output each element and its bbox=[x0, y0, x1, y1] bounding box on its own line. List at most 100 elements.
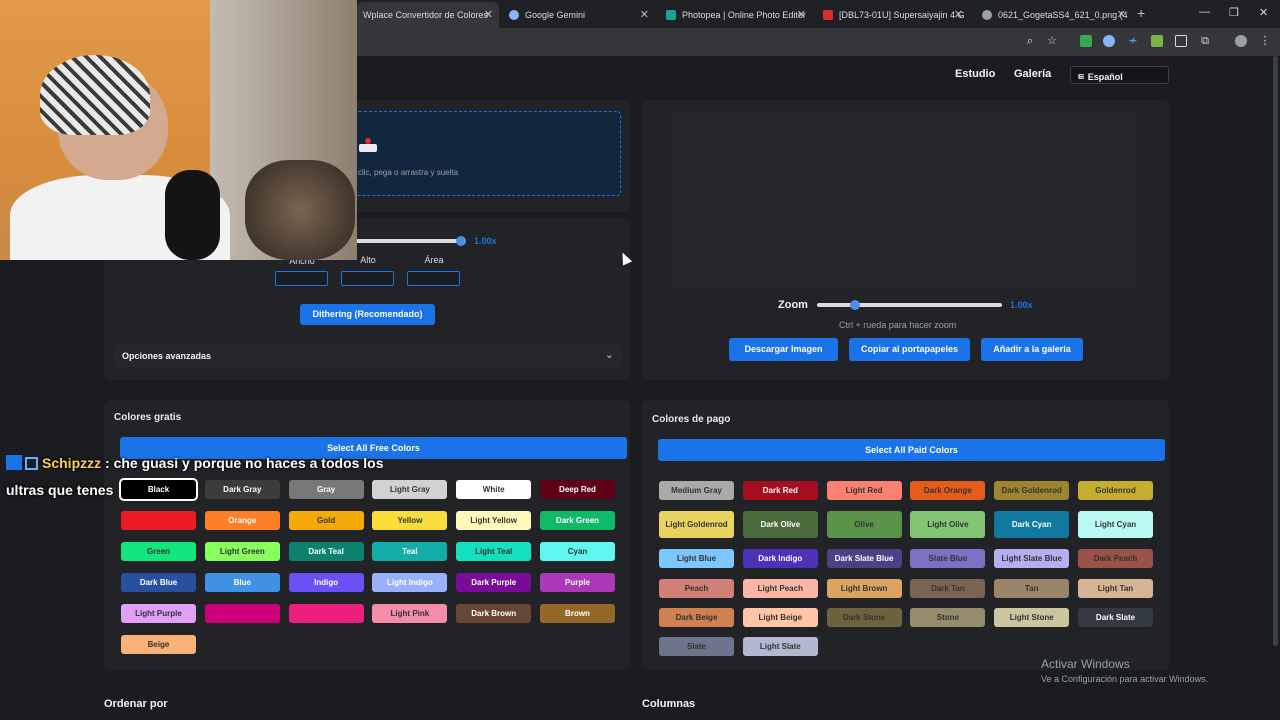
paid-color-dark-stone[interactable]: Dark Stone bbox=[826, 608, 902, 627]
area-input[interactable] bbox=[407, 271, 460, 286]
scale-slider[interactable] bbox=[355, 239, 466, 243]
scale-slider-thumb[interactable] bbox=[456, 236, 466, 246]
language-select[interactable]: ㅌ Español bbox=[1070, 66, 1169, 84]
close-icon[interactable]: ✕ bbox=[484, 8, 493, 21]
maximize-icon[interactable]: ❐ bbox=[1229, 6, 1239, 19]
width-input[interactable] bbox=[275, 271, 328, 286]
free-color-deep-red[interactable]: Deep Red bbox=[540, 480, 615, 499]
tab-wplace[interactable]: Wplace Convertidor de Colores ✕ bbox=[357, 2, 499, 28]
free-color-green[interactable]: Green bbox=[121, 542, 196, 561]
free-color-light-purple[interactable]: Light Purple bbox=[121, 604, 196, 623]
window-close-icon[interactable]: ✕ bbox=[1259, 6, 1268, 19]
zoom-slider[interactable] bbox=[817, 303, 1002, 307]
paid-color-slate-blue[interactable]: Slate Blue bbox=[910, 549, 986, 568]
paid-color-dark-orange[interactable]: Dark Orange bbox=[910, 481, 986, 500]
free-color-yellow[interactable]: Yellow bbox=[372, 511, 448, 530]
free-color-light-green[interactable]: Light Green bbox=[204, 542, 280, 561]
paid-color-light-slate[interactable]: Light Slate bbox=[742, 637, 818, 656]
free-color-orange[interactable]: Orange bbox=[204, 511, 280, 530]
tab-gogeta-png[interactable]: 0621_GogetaSS4_621_0.png (4 ✕ bbox=[976, 2, 1132, 28]
extension-circle-icon[interactable] bbox=[1103, 35, 1115, 47]
extension-sheets-icon[interactable] bbox=[1080, 35, 1092, 47]
tab-gemini[interactable]: Google Gemini ✕ bbox=[503, 2, 655, 28]
extension-shape-icon[interactable]: ≁ bbox=[1127, 35, 1139, 47]
free-color-indigo[interactable]: Indigo bbox=[288, 573, 364, 592]
paid-color-light-cyan[interactable]: Light Cyan bbox=[1078, 511, 1153, 538]
free-color-light-pink[interactable]: Light Pink bbox=[372, 604, 448, 623]
nav-gallery-link[interactable]: Galería bbox=[1014, 68, 1051, 80]
free-color-pink[interactable]: Pink bbox=[288, 604, 364, 623]
advanced-options-toggle[interactable]: Opciones avanzadas ⌄ bbox=[114, 345, 622, 367]
free-color-brown[interactable]: Brown bbox=[540, 604, 615, 623]
free-color-dark-blue[interactable]: Dark Blue bbox=[121, 573, 196, 592]
free-color-beige[interactable]: Beige bbox=[121, 635, 196, 654]
paid-color-olive[interactable]: Olive bbox=[826, 511, 902, 538]
select-all-paid-button[interactable]: Select All Paid Colors bbox=[658, 439, 1165, 461]
paid-color-slate[interactable]: Slate bbox=[659, 637, 734, 656]
paid-color-peach[interactable]: Peach bbox=[659, 579, 734, 598]
paid-color-medium-gray[interactable]: Medium Gray bbox=[659, 481, 734, 500]
paid-color-dark-peach[interactable]: Dark Peach bbox=[1078, 549, 1153, 568]
paid-color-stone[interactable]: Stone bbox=[910, 608, 986, 627]
profile-avatar-icon[interactable] bbox=[1235, 35, 1247, 47]
paid-color-light-slate-blue[interactable]: Light Slate Blue bbox=[994, 549, 1070, 568]
paid-color-dark-slate[interactable]: Dark Slate bbox=[1078, 608, 1153, 627]
paid-color-light-brown[interactable]: Light Brown bbox=[826, 579, 902, 598]
preview-canvas[interactable] bbox=[672, 111, 1138, 291]
paid-color-dark-slate-blue[interactable]: Dark Slate Blue bbox=[826, 549, 902, 568]
free-color-teal[interactable]: Teal bbox=[372, 542, 448, 561]
free-color-blue[interactable]: Blue bbox=[204, 573, 280, 592]
free-color-purple[interactable]: Purple bbox=[540, 573, 615, 592]
paid-color-light-peach[interactable]: Light Peach bbox=[742, 579, 818, 598]
new-tab-icon[interactable]: + bbox=[1137, 5, 1145, 21]
bookmark-star-icon[interactable]: ☆ bbox=[1046, 35, 1058, 47]
paid-color-dark-goldenrod[interactable]: Dark Goldenrod bbox=[994, 481, 1070, 500]
height-input[interactable] bbox=[341, 271, 394, 286]
free-color-dark-purple[interactable]: Dark Purple bbox=[456, 573, 532, 592]
free-color-dark-pink[interactable]: Dark Pink bbox=[204, 604, 280, 623]
paid-color-dark-beige[interactable]: Dark Beige bbox=[659, 608, 734, 627]
close-icon[interactable]: ✕ bbox=[1117, 8, 1126, 21]
paid-color-dark-indigo[interactable]: Dark Indigo bbox=[742, 549, 818, 568]
add-to-gallery-button[interactable]: Añadir a la galería bbox=[981, 338, 1083, 361]
extension-green-icon[interactable] bbox=[1151, 35, 1163, 47]
paid-color-light-red[interactable]: Light Red bbox=[826, 481, 902, 500]
close-icon[interactable]: ✕ bbox=[640, 8, 649, 21]
paid-color-light-olive[interactable]: Light Olive bbox=[910, 511, 986, 538]
free-color-light-teal[interactable]: Light Teal bbox=[456, 542, 532, 561]
paid-color-tan[interactable]: Tan bbox=[994, 579, 1070, 598]
zoom-lens-icon[interactable]: ⌕ bbox=[1024, 35, 1036, 47]
free-color-light-gray[interactable]: Light Gray bbox=[372, 480, 448, 499]
extension-box-icon[interactable] bbox=[1175, 35, 1187, 47]
paid-color-dark-cyan[interactable]: Dark Cyan bbox=[994, 511, 1070, 538]
close-icon[interactable]: ✕ bbox=[954, 8, 963, 21]
tab-photopea[interactable]: Photopea | Online Photo Editor ✕ bbox=[660, 2, 812, 28]
paid-color-light-tan[interactable]: Light Tan bbox=[1078, 579, 1153, 598]
paid-color-dark-red[interactable]: Dark Red bbox=[742, 481, 818, 500]
free-color-dark-brown[interactable]: Dark Brown bbox=[456, 604, 532, 623]
free-color-dark-teal[interactable]: Dark Teal bbox=[288, 542, 364, 561]
free-color-red[interactable]: Red bbox=[121, 511, 196, 530]
dithering-button[interactable]: Dithering (Recomendado) bbox=[300, 304, 435, 325]
menu-kebab-icon[interactable]: ⋮ bbox=[1259, 35, 1271, 47]
paid-color-dark-olive[interactable]: Dark Olive bbox=[742, 511, 818, 538]
free-color-dark-green[interactable]: Dark Green bbox=[540, 511, 615, 530]
zoom-slider-thumb[interactable] bbox=[850, 300, 860, 310]
paid-color-goldenrod[interactable]: Goldenrod bbox=[1078, 481, 1153, 500]
close-icon[interactable]: ✕ bbox=[797, 8, 806, 21]
free-color-gold[interactable]: Gold bbox=[288, 511, 364, 530]
free-color-cyan[interactable]: Cyan bbox=[540, 542, 615, 561]
paid-color-light-blue[interactable]: Light Blue bbox=[659, 549, 734, 568]
free-color-light-indigo[interactable]: Light Indigo bbox=[372, 573, 448, 592]
paid-color-dark-tan[interactable]: Dark Tan bbox=[910, 579, 986, 598]
free-color-white[interactable]: White bbox=[456, 480, 532, 499]
upload-dropzone[interactable]: clic, pega o arrastra y suelta bbox=[355, 111, 621, 196]
copy-clipboard-button[interactable]: Copiar al portapapeles bbox=[849, 338, 970, 361]
paid-color-light-beige[interactable]: Light Beige bbox=[742, 608, 818, 627]
extensions-puzzle-icon[interactable]: ⧉ bbox=[1199, 35, 1211, 47]
paid-color-light-stone[interactable]: Light Stone bbox=[994, 608, 1070, 627]
tab-dbl[interactable]: [DBL73-01U] Supersaiyajin 4 G ✕ bbox=[817, 2, 969, 28]
nav-studio-link[interactable]: Estudio bbox=[955, 68, 995, 80]
minimize-icon[interactable]: — bbox=[1199, 6, 1210, 18]
paid-color-light-goldenrod[interactable]: Light Goldenrod bbox=[659, 511, 734, 538]
